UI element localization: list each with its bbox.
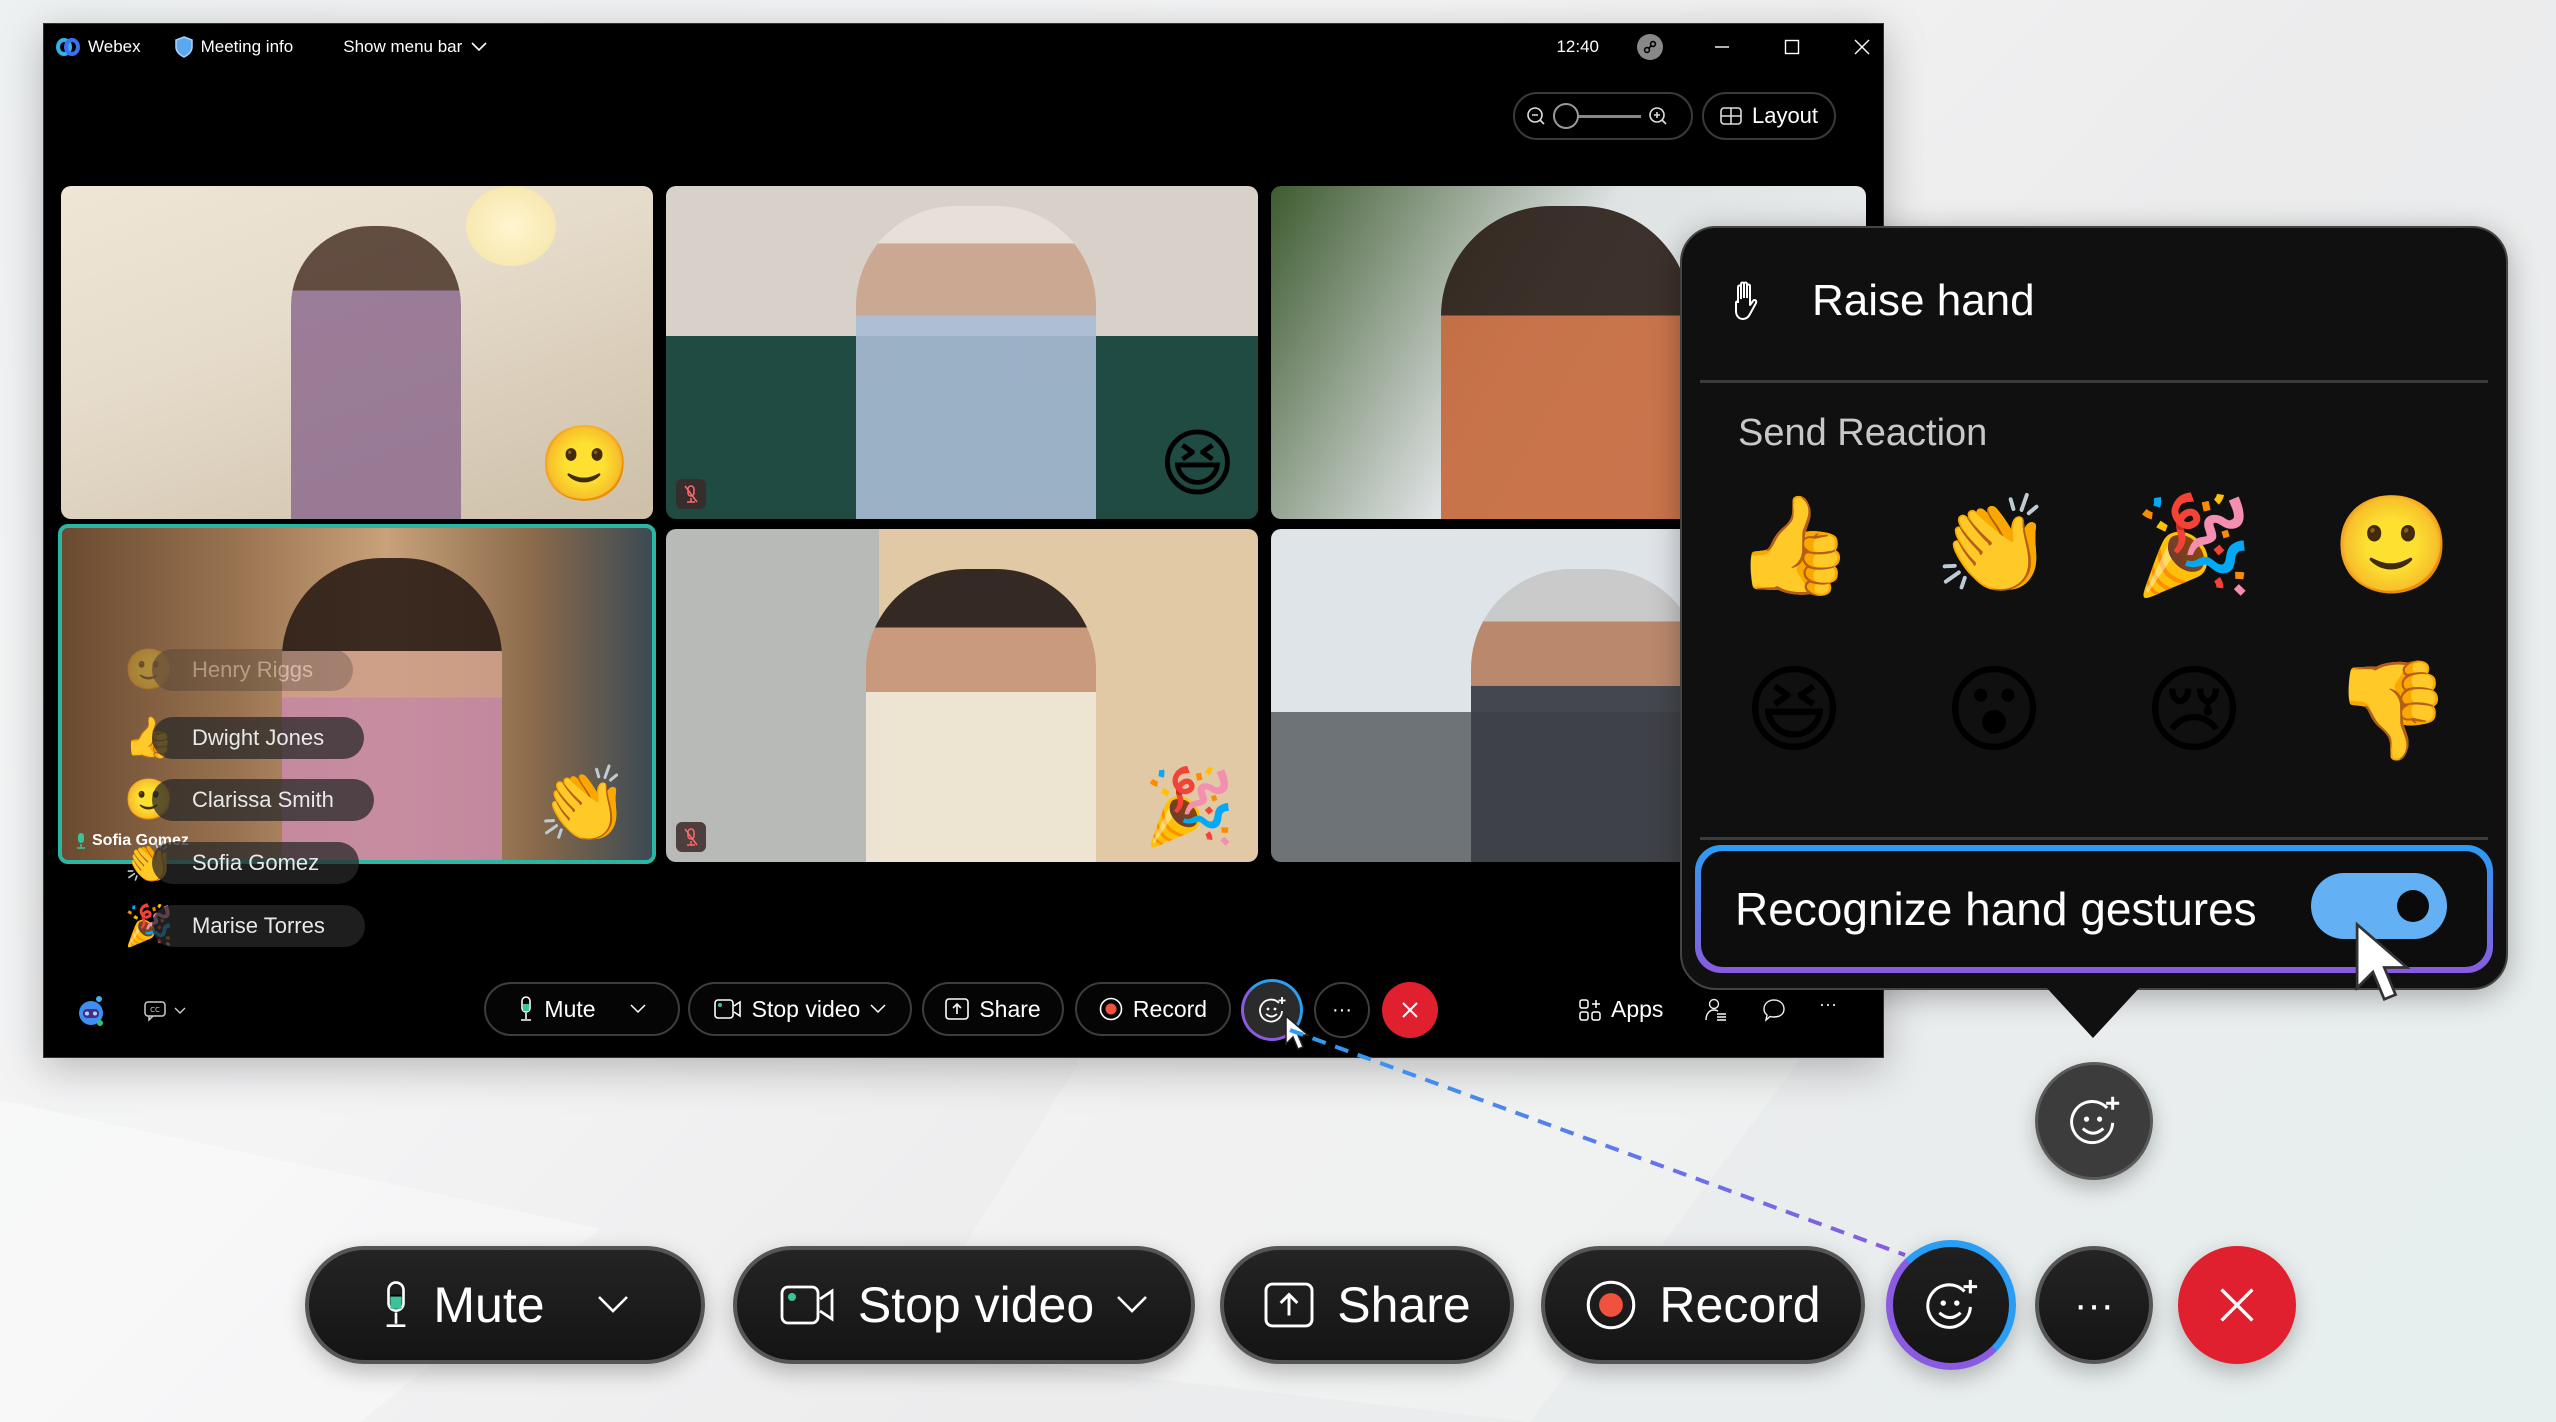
microphone-icon (387, 1281, 406, 1327)
toggle-knob (2397, 890, 2429, 922)
popup-arrow (2045, 986, 2141, 1038)
reaction-thumbs-up-button[interactable]: 👍 (1724, 498, 1864, 594)
reaction-laugh-button[interactable]: 😆 (1724, 663, 1864, 759)
raise-hand-label: Raise hand (1812, 276, 2035, 325)
mute-label: Mute (433, 1277, 545, 1333)
divider (1700, 837, 2488, 840)
big-record-button[interactable]: Record (1541, 1246, 1865, 1364)
reaction-add-icon (2070, 1096, 2120, 1145)
big-more-options-button[interactable]: ··· (2035, 1246, 2153, 1364)
reaction-add-icon (1926, 1279, 1978, 1329)
dashed-connector (1289, 1028, 1906, 1257)
big-stop-video-button[interactable]: Stop video (733, 1246, 1195, 1364)
more-options-label: ··· (2074, 1282, 2114, 1327)
gesture-label: Recognize hand gestures (1735, 883, 2257, 935)
chevron-down-icon[interactable] (597, 1295, 629, 1315)
share-label: Share (1337, 1277, 1471, 1333)
close-icon (2220, 1288, 2254, 1322)
reaction-smile-button[interactable]: 🙂 (2322, 498, 2462, 594)
share-icon (1264, 1282, 1314, 1328)
reactions-button-callout[interactable] (2035, 1062, 2153, 1180)
reaction-surprised-button[interactable]: 😮 (1924, 663, 2064, 759)
camera-icon (780, 1285, 834, 1325)
mouse-cursor-icon (2355, 921, 2411, 1001)
big-mute-button[interactable]: Mute (305, 1246, 705, 1364)
record-label: Record (1659, 1277, 1821, 1333)
big-end-meeting-button[interactable] (2178, 1246, 2296, 1364)
reaction-sad-button[interactable]: 😢 (2124, 663, 2264, 759)
stop-video-label: Stop video (857, 1277, 1095, 1333)
chevron-down-icon[interactable] (1116, 1295, 1148, 1315)
big-reactions-button[interactable] (1886, 1240, 2016, 1370)
big-share-button[interactable]: Share (1220, 1246, 1514, 1364)
reaction-celebrate-button[interactable]: 🎉 (2124, 498, 2264, 594)
reaction-thumbs-down-button[interactable]: 👎 (2322, 663, 2462, 759)
reaction-clap-button[interactable]: 👏 (1924, 498, 2064, 594)
send-reaction-heading: Send Reaction (1738, 412, 1988, 454)
record-icon (1587, 1280, 1636, 1330)
divider (1700, 380, 2488, 383)
raise-hand-item[interactable]: Raise hand (1732, 276, 2035, 326)
raise-hand-icon (1735, 281, 1758, 320)
